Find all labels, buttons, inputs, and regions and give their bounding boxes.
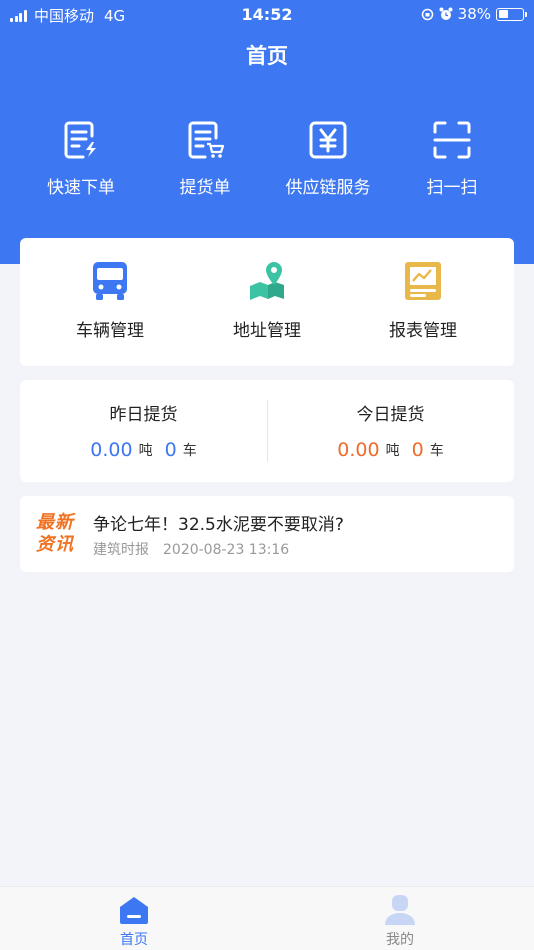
yesterday-stats[interactable]: 昨日提货 0.00 吨 0 车 [20,380,267,482]
truck-icon [93,262,127,300]
badge-line-1: 最新 [36,512,74,533]
scan-button[interactable]: 扫一扫 [387,118,517,198]
rotation-lock-icon [421,8,433,20]
address-management-button[interactable]: 地址管理 [187,260,347,341]
ton-unit: 吨 [138,443,153,459]
page-title: 首页 [246,44,288,68]
home-icon [120,897,148,924]
status-bar: 中国移动 4G 14:52 38% [0,0,534,30]
management-card: 车辆管理 地址管理 报表管理 [20,238,514,366]
alarm-icon [439,7,453,20]
report-management-label: 报表管理 [389,321,457,341]
stats-card: 昨日提货 0.00 吨 0 车 今日提货 0.00 吨 0 车 [20,380,514,482]
user-icon [385,895,415,925]
supply-chain-label: 供应链服务 [285,178,371,198]
yen-icon [309,121,347,159]
tab-mine-label: 我的 [386,932,414,948]
tab-home[interactable]: 首页 [84,895,184,949]
badge-line-2: 资讯 [36,534,74,555]
scan-icon [433,121,471,159]
supply-chain-button[interactable]: 供应链服务 [263,118,393,198]
yesterday-title: 昨日提货 [109,405,178,425]
scan-label: 扫一扫 [426,178,478,198]
ton-unit: 吨 [385,443,400,459]
tab-bar: 首页 我的 [0,886,534,950]
today-tons: 0.00 [337,439,380,461]
news-title[interactable]: 争论七年！32.5水泥要不要取消? [93,510,344,535]
map-pin-icon [250,262,284,300]
quick-order-label: 快速下单 [47,178,115,198]
news-source: 建筑时报 [93,542,149,558]
today-title: 今日提货 [356,405,425,425]
latest-news-badge: 最新 资讯 [36,512,82,556]
yesterday-trucks: 0 [164,439,177,461]
address-management-label: 地址管理 [233,321,301,341]
pickup-cart-icon [188,121,225,159]
tab-mine[interactable]: 我的 [350,895,450,949]
news-meta: 建筑时报 2020-08-23 13:16 [93,539,289,559]
report-management-button[interactable]: 报表管理 [343,260,503,341]
news-card[interactable]: 最新 资讯 争论七年！32.5水泥要不要取消? 建筑时报 2020-08-23 1… [20,496,514,572]
vehicle-management-label: 车辆管理 [76,321,144,341]
today-stats[interactable]: 今日提货 0.00 吨 0 车 [267,380,514,482]
vehicle-management-button[interactable]: 车辆管理 [30,260,190,341]
pickup-order-button[interactable]: 提货单 [140,118,270,198]
pickup-order-label: 提货单 [179,178,231,198]
battery-icon [496,7,527,21]
quick-order-button[interactable]: 快速下单 [16,118,146,198]
tab-home-label: 首页 [120,932,148,948]
truck-unit: 车 [429,443,444,459]
news-datetime: 2020-08-23 13:16 [163,542,290,558]
yesterday-tons: 0.00 [90,439,133,461]
report-icon [405,262,441,300]
battery-percent: 38% [457,5,491,23]
quick-order-icon [64,121,96,159]
truck-unit: 车 [182,443,197,459]
quick-actions: 快速下单 提货单 供应链服务 扫一扫 [0,118,534,208]
today-trucks: 0 [411,439,424,461]
